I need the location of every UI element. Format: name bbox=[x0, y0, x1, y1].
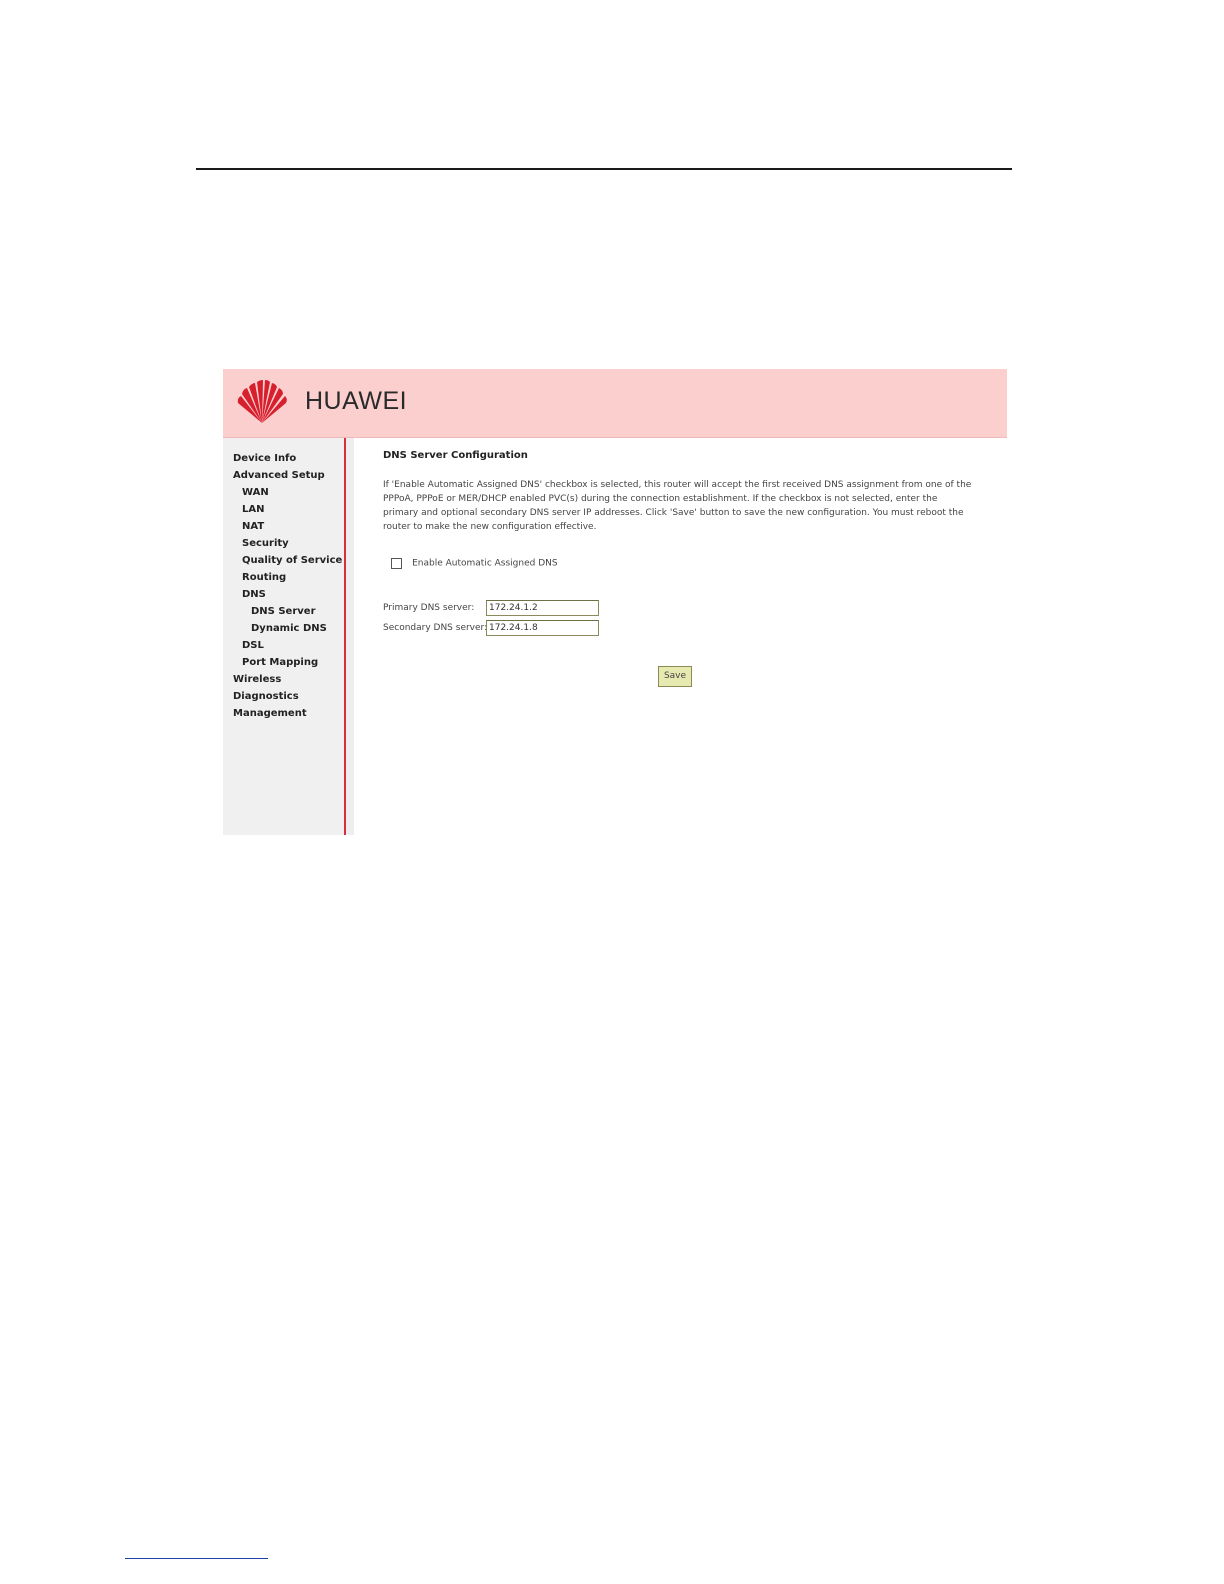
page-description: If 'Enable Automatic Assigned DNS' check… bbox=[383, 480, 972, 532]
auto-dns-label: Enable Automatic Assigned DNS bbox=[412, 558, 558, 569]
sidebar-item-security[interactable]: Security bbox=[233, 535, 342, 552]
sidebar-item-wireless[interactable]: Wireless bbox=[233, 671, 342, 688]
sidebar-item-routing[interactable]: Routing bbox=[233, 569, 342, 586]
sidebar-item-dsl[interactable]: DSL bbox=[233, 637, 342, 654]
page-top-rule bbox=[196, 168, 1012, 170]
sidebar-item-dns-server[interactable]: DNS Server bbox=[233, 603, 342, 620]
sidebar-edge bbox=[346, 438, 354, 835]
primary-dns-input[interactable]: 172.24.1.2 bbox=[486, 600, 599, 616]
sidebar-item-wan[interactable]: WAN bbox=[233, 484, 342, 501]
save-button[interactable]: Save bbox=[658, 666, 692, 687]
sidebar-item-device-info[interactable]: Device Info bbox=[233, 450, 342, 467]
sidebar-item-nat[interactable]: NAT bbox=[233, 518, 342, 535]
header-banner: HUAWEI bbox=[223, 369, 1007, 438]
sidebar-item-diagnostics[interactable]: Diagnostics bbox=[233, 688, 342, 705]
sidebar-item-quality-of-service[interactable]: Quality of Service bbox=[233, 552, 342, 569]
huawei-logo-icon bbox=[237, 380, 287, 423]
footnote-rule bbox=[125, 1558, 268, 1559]
sidebar-item-dynamic-dns[interactable]: Dynamic DNS bbox=[233, 620, 342, 637]
primary-dns-label: Primary DNS server: bbox=[383, 603, 475, 613]
sidebar: Device Info Advanced Setup WAN LAN NAT S… bbox=[223, 438, 346, 835]
sidebar-item-lan[interactable]: LAN bbox=[233, 501, 342, 518]
sidebar-item-dns[interactable]: DNS bbox=[233, 586, 342, 603]
secondary-dns-label: Secondary DNS server: bbox=[383, 623, 488, 633]
router-config-screenshot: HUAWEI Device Info Advanced Setup WAN LA… bbox=[223, 369, 1007, 835]
auto-dns-row: Enable Automatic Assigned DNS bbox=[391, 553, 558, 569]
auto-dns-checkbox[interactable] bbox=[391, 558, 402, 569]
sidebar-nav: Device Info Advanced Setup WAN LAN NAT S… bbox=[233, 450, 342, 722]
secondary-dns-input[interactable]: 172.24.1.8 bbox=[486, 620, 599, 636]
page-title: DNS Server Configuration bbox=[383, 450, 528, 461]
brand-name: HUAWEI bbox=[305, 387, 408, 415]
sidebar-item-advanced-setup[interactable]: Advanced Setup bbox=[233, 467, 342, 484]
sidebar-item-port-mapping[interactable]: Port Mapping bbox=[233, 654, 342, 671]
sidebar-item-management[interactable]: Management bbox=[233, 705, 342, 722]
